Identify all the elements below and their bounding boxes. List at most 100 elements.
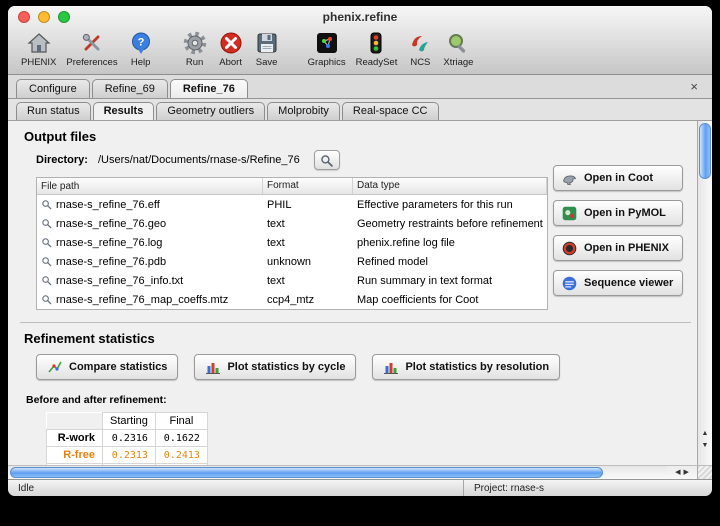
toolbar-button-readyset[interactable]: ReadySet [351, 30, 403, 68]
file-format: text [263, 218, 353, 230]
zoom-window-button[interactable] [58, 11, 70, 23]
stat-final-value: 0.2413 [155, 447, 207, 464]
subtab-geometry-outliers[interactable]: Geometry outliers [156, 102, 265, 120]
stats-header-row: Starting Final [47, 413, 208, 430]
toolbar-button-xtriage[interactable]: Xtriage [438, 30, 478, 68]
subtab-results[interactable]: Results [93, 102, 155, 120]
toolbar-button-ncs[interactable]: NCS [402, 30, 438, 68]
results-panel: Output files Directory: /Users/nat/Docum… [8, 121, 697, 465]
toolbar-label: Xtriage [443, 57, 473, 68]
vertical-scrollbar[interactable]: ▲ ▼ [697, 121, 712, 465]
subtab-run-status[interactable]: Run status [16, 102, 91, 120]
stats-row-r-work: R-work 0.2316 0.1622 [47, 430, 208, 447]
file-format: PHIL [263, 199, 353, 211]
refinement-statistics-heading: Refinement statistics [24, 331, 693, 346]
file-row[interactable]: rnase-s_refine_76.eff PHIL Effective par… [37, 195, 547, 214]
file-row[interactable]: rnase-s_refine_76.geo text Geometry rest… [37, 214, 547, 233]
result-tab-bar: Run status Results Geometry outliers Mol… [8, 99, 712, 121]
file-data-type: Refined model [353, 256, 547, 268]
open-in-coot-button[interactable]: Open in Coot [553, 165, 683, 191]
help-icon: ? [128, 30, 154, 56]
file-format: ccp4_mtz [263, 294, 353, 306]
tab-refine-69[interactable]: Refine_69 [92, 79, 168, 98]
preferences-tools-icon [79, 30, 105, 56]
file-data-type: Run summary in text format [353, 275, 547, 287]
phenix-home-icon [26, 30, 52, 56]
close-tab-button[interactable]: × [690, 79, 704, 98]
toolbar-label: Save [256, 57, 278, 68]
magnifier-icon [41, 199, 52, 210]
file-format: unknown [263, 256, 353, 268]
toolbar-label: Run [186, 57, 203, 68]
scroll-down-arrow[interactable]: ▼ [698, 440, 712, 451]
status-text: Idle [8, 483, 463, 494]
column-header-format[interactable]: Format [263, 178, 353, 194]
plot-statistics-by-cycle-button[interactable]: Plot statistics by cycle [194, 354, 356, 380]
stat-final-value: 0.023 [155, 464, 207, 465]
scroll-up-arrow[interactable]: ▲ [698, 428, 712, 439]
toolbar-button-phenix[interactable]: PHENIX [16, 30, 61, 68]
tab-refine-76[interactable]: Refine_76 [170, 79, 248, 98]
column-header-data-type[interactable]: Data type [353, 178, 547, 194]
plot-statistics-by-resolution-button[interactable]: Plot statistics by resolution [372, 354, 560, 380]
sequence-viewer-button[interactable]: Sequence viewer [553, 270, 683, 296]
browse-directory-button[interactable] [314, 150, 340, 170]
magnifier-icon [320, 154, 333, 167]
toolbar-label: NCS [410, 57, 430, 68]
coot-bird-icon [561, 170, 578, 187]
phenix-logo-icon [561, 240, 578, 257]
subtab-molprobity[interactable]: Molprobity [267, 102, 340, 120]
toolbar-button-abort[interactable]: Abort [213, 30, 249, 68]
readyset-traffic-light-icon [363, 30, 389, 56]
file-name: rnase-s_refine_76.pdb [56, 256, 166, 268]
toolbar-button-run[interactable]: Run [177, 30, 213, 68]
button-label: Plot statistics by resolution [405, 361, 549, 373]
toolbar-label: Abort [219, 57, 242, 68]
toolbar-button-preferences[interactable]: Preferences [61, 30, 122, 68]
statistics-buttons: Compare statistics Plot statistics by cy… [36, 354, 693, 380]
subtab-real-space-cc[interactable]: Real-space CC [342, 102, 439, 120]
scroll-right-arrow[interactable]: ▶ [684, 467, 689, 478]
file-row[interactable]: rnase-s_refine_76_info.txt text Run summ… [37, 271, 547, 290]
resize-grip[interactable] [697, 466, 712, 479]
open-in-phenix-button[interactable]: Open in PHENIX [553, 235, 683, 261]
tab-configure[interactable]: Configure [16, 79, 90, 98]
save-disk-icon [254, 30, 280, 56]
close-window-button[interactable] [18, 11, 30, 23]
open-in-pymol-button[interactable]: Open in PyMOL [553, 200, 683, 226]
horizontal-scrollbar[interactable] [8, 466, 667, 479]
toolbar-button-graphics[interactable]: Graphics [303, 30, 351, 68]
toolbar-button-save[interactable]: Save [249, 30, 285, 68]
scroll-left-arrow[interactable]: ◀ [675, 467, 680, 478]
file-row[interactable]: rnase-s_refine_76.pdb unknown Refined mo… [37, 252, 547, 271]
vertical-scrollbar-thumb[interactable] [699, 123, 711, 179]
file-name: rnase-s_refine_76.geo [56, 218, 166, 230]
column-header-file-path[interactable]: File path [37, 178, 263, 194]
file-data-type: Geometry restraints before refinement [353, 218, 547, 230]
toolbar-label: PHENIX [21, 57, 56, 68]
compare-statistics-button[interactable]: Compare statistics [36, 354, 178, 380]
action-label: Open in Coot [584, 172, 653, 184]
toolbar: PHENIX Preferences ? Help Run [8, 28, 712, 74]
stat-starting-value: 0.2316 [103, 430, 156, 447]
file-data-type: Effective parameters for this run [353, 199, 547, 211]
toolbar-label: Help [131, 57, 151, 68]
stat-label: Bonds [47, 464, 103, 465]
file-row[interactable]: rnase-s_refine_76_map_coeffs.mtz ccp4_mt… [37, 290, 547, 309]
file-row[interactable]: rnase-s_refine_76.log text phenix.refine… [37, 233, 547, 252]
pymol-icon [561, 205, 578, 222]
stats-row-bonds: Bonds 0.028 0.023 [47, 464, 208, 465]
toolbar-button-help[interactable]: ? Help [123, 30, 159, 68]
file-name: rnase-s_refine_76.log [56, 237, 162, 249]
sequence-viewer-icon [561, 275, 578, 292]
directory-label: Directory: [36, 154, 88, 166]
minimize-window-button[interactable] [38, 11, 50, 23]
file-data-type: phenix.refine log file [353, 237, 547, 249]
compare-statistics-icon [47, 359, 63, 375]
status-bar: Idle Project: rnase-s [8, 479, 712, 496]
titlebar: phenix.refine [8, 6, 712, 28]
refinement-stats-table: Starting Final R-work 0.2316 0.1622 R-fr… [46, 412, 208, 465]
stats-row-r-free: R-free 0.2313 0.2413 [47, 447, 208, 464]
horizontal-scrollbar-thumb[interactable] [10, 467, 603, 478]
open-in-actions: Open in Coot Open in PyMOL Open in PHENI… [553, 165, 683, 296]
